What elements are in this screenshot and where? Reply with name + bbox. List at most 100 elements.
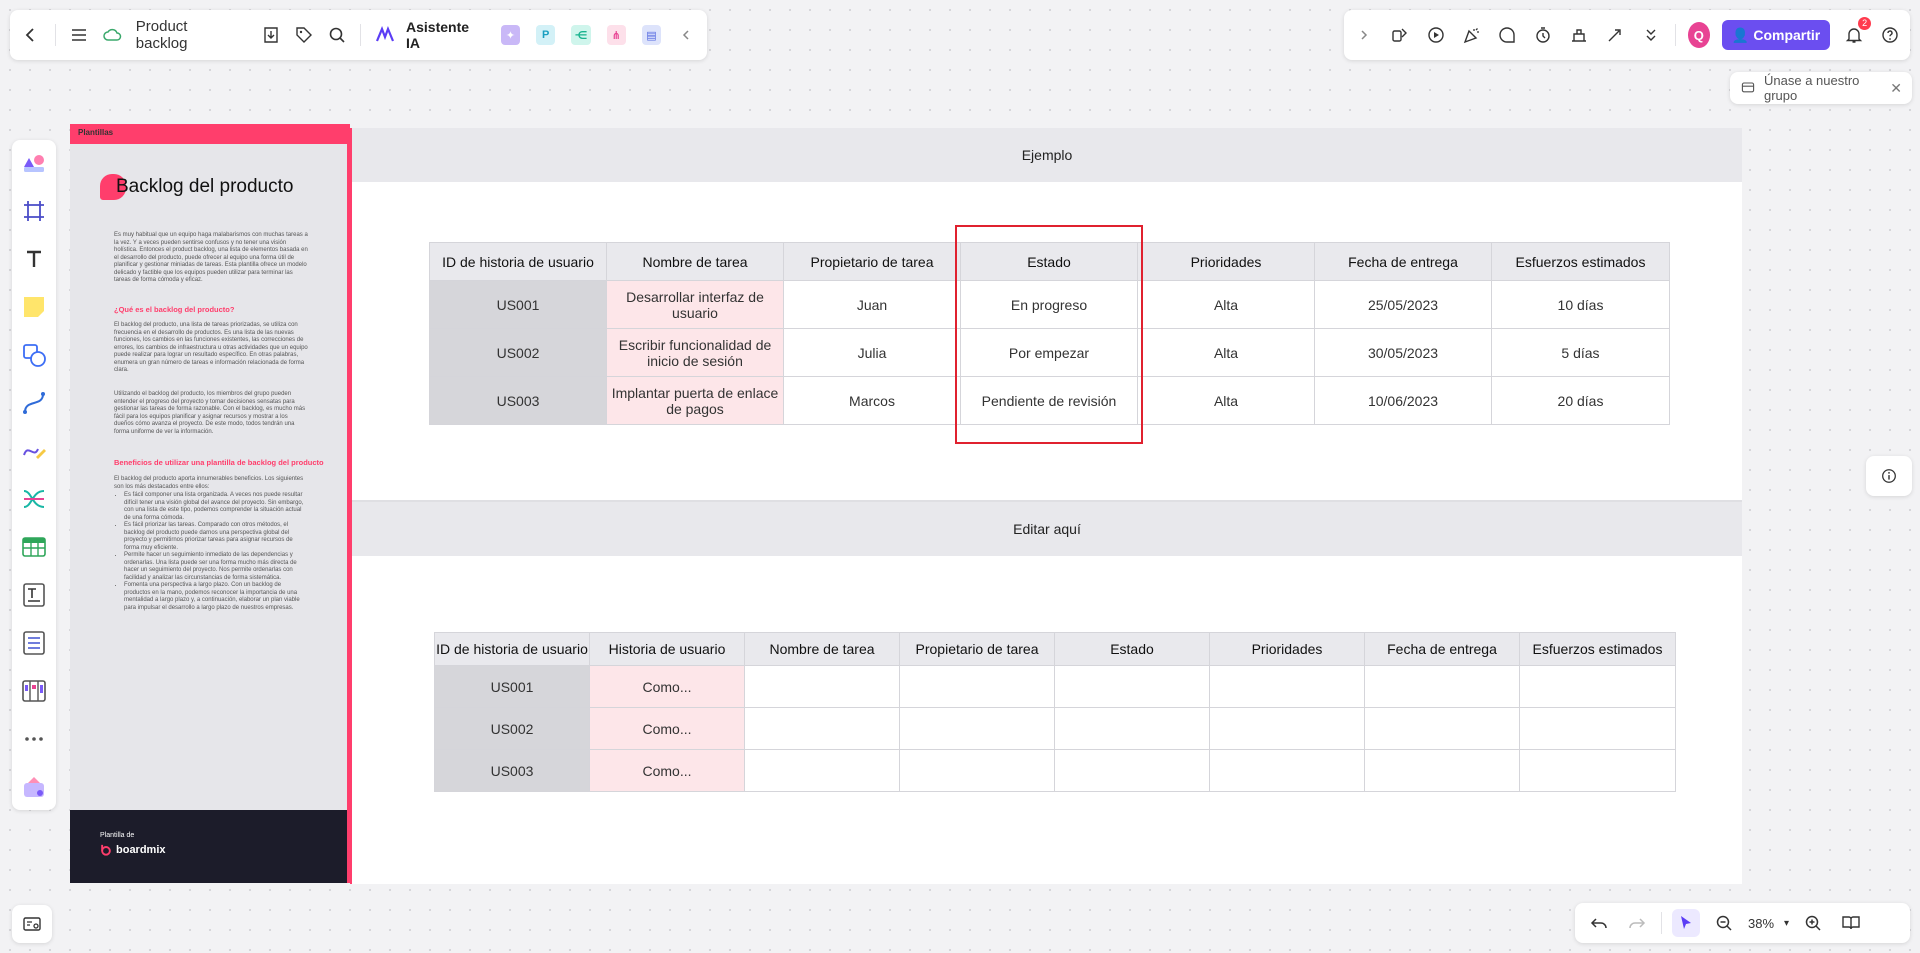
image-ai-icon[interactable]: ✦ [500, 25, 521, 45]
collapse-toolbar-icon[interactable] [672, 21, 699, 49]
undo-icon[interactable] [1585, 909, 1613, 937]
column-header[interactable]: Nombre de tarea [606, 242, 784, 281]
laser-pointer-icon[interactable] [1603, 21, 1627, 49]
menu-icon[interactable] [66, 21, 93, 49]
chevron-down-icon[interactable]: ▾ [1784, 918, 1789, 929]
search-icon[interactable] [323, 21, 350, 49]
table-cell[interactable] [1364, 749, 1520, 792]
timer-icon[interactable] [1531, 21, 1555, 49]
chat-app-icon[interactable]: ▤ [641, 25, 662, 45]
table-cell[interactable]: 25/05/2023 [1314, 280, 1492, 329]
column-header[interactable]: Fecha de entrega [1364, 632, 1520, 666]
apps-icon[interactable] [1388, 21, 1412, 49]
list-icon[interactable] [18, 626, 50, 660]
text-icon[interactable] [18, 242, 50, 276]
celebrate-icon[interactable] [1460, 21, 1484, 49]
table-cell[interactable] [744, 749, 900, 792]
table-cell[interactable]: US002 [429, 328, 607, 377]
table-cell[interactable]: US003 [429, 376, 607, 425]
column-header[interactable]: ID de historia de usuario [434, 632, 590, 666]
table-cell[interactable] [1054, 707, 1210, 750]
minimap-button[interactable] [12, 905, 52, 943]
vote-icon[interactable] [1567, 21, 1591, 49]
table-cell[interactable] [744, 707, 900, 750]
kanban-icon[interactable] [18, 674, 50, 708]
table-cell[interactable]: US002 [434, 707, 590, 750]
column-header[interactable]: Esfuerzos estimados [1519, 632, 1676, 666]
zoom-out-icon[interactable] [1710, 909, 1738, 937]
table-cell[interactable]: Marcos [783, 376, 961, 425]
column-header[interactable]: Propietario de tarea [783, 242, 961, 281]
help-icon[interactable] [1878, 21, 1902, 49]
document-icon[interactable] [18, 578, 50, 612]
more-tools-icon[interactable] [18, 722, 50, 756]
table-cell[interactable]: US001 [434, 665, 590, 708]
redo-icon[interactable] [1623, 909, 1651, 937]
table-cell[interactable]: Implantar puerta de enlace de pagos [606, 376, 784, 425]
document-title[interactable]: Product backlog [136, 18, 240, 52]
join-group-banner[interactable]: Únase a nuestro grupo ✕ [1730, 72, 1912, 104]
notification-bell-icon[interactable]: 2 [1842, 17, 1872, 49]
table-cell[interactable]: Escribir funcionalidad de inicio de sesi… [606, 328, 784, 377]
plugins-icon[interactable] [18, 770, 50, 804]
table-cell[interactable]: 20 días [1491, 376, 1670, 425]
table-cell[interactable]: Alta [1137, 328, 1315, 377]
connector-icon[interactable] [18, 386, 50, 420]
table-cell[interactable]: 5 días [1491, 328, 1670, 377]
zoom-in-icon[interactable] [1799, 909, 1827, 937]
table-cell[interactable] [1519, 707, 1676, 750]
flowchart-app-icon[interactable]: ⋔ [606, 25, 626, 45]
table-cell[interactable] [899, 707, 1055, 750]
table-cell[interactable]: Como... [589, 665, 745, 708]
table-cell[interactable] [1209, 749, 1365, 792]
templates-icon[interactable] [18, 146, 50, 180]
column-header[interactable]: Prioridades [1209, 632, 1365, 666]
table-cell[interactable]: Juan [783, 280, 961, 329]
table-icon[interactable] [18, 530, 50, 564]
table-cell[interactable]: 30/05/2023 [1314, 328, 1492, 377]
table-cell[interactable] [1519, 665, 1676, 708]
table-cell[interactable] [1209, 665, 1365, 708]
presentation-app-icon[interactable]: P [536, 25, 556, 45]
more-chevron-icon[interactable] [1639, 21, 1663, 49]
table-cell[interactable]: Julia [783, 328, 961, 377]
download-icon[interactable] [257, 21, 284, 49]
table-cell[interactable] [1054, 665, 1210, 708]
table-cell[interactable]: Como... [589, 707, 745, 750]
table-cell[interactable] [1364, 665, 1520, 708]
table-cell[interactable]: 10 días [1491, 280, 1670, 329]
column-header[interactable]: Esfuerzos estimados [1491, 242, 1670, 281]
column-header[interactable]: Propietario de tarea [899, 632, 1055, 666]
comment-icon[interactable] [1496, 21, 1520, 49]
play-icon[interactable] [1424, 21, 1448, 49]
tag-icon[interactable] [290, 21, 317, 49]
column-header[interactable]: Historia de usuario [589, 632, 745, 666]
status-column-highlight[interactable] [955, 225, 1143, 444]
column-header[interactable]: ID de historia de usuario [429, 242, 607, 281]
table-cell[interactable] [899, 749, 1055, 792]
table-cell[interactable]: Desarrollar interfaz de usuario [606, 280, 784, 329]
column-header[interactable]: Fecha de entrega [1314, 242, 1492, 281]
table-cell[interactable]: US003 [434, 749, 590, 792]
table-cell[interactable] [1519, 749, 1676, 792]
shapes-icon[interactable] [18, 338, 50, 372]
pen-icon[interactable] [18, 434, 50, 468]
close-icon[interactable]: ✕ [1890, 80, 1902, 97]
table-cell[interactable] [744, 665, 900, 708]
frame-icon[interactable] [18, 194, 50, 228]
ai-assistant-label[interactable]: Asistente IA [406, 19, 484, 51]
table-cell[interactable] [1209, 707, 1365, 750]
table-cell[interactable] [1364, 707, 1520, 750]
back-icon[interactable] [18, 21, 45, 49]
book-guide-icon[interactable] [1837, 909, 1865, 937]
table-cell[interactable]: US001 [429, 280, 607, 329]
sticky-note-icon[interactable] [18, 290, 50, 324]
expand-toolbar-icon[interactable] [1352, 21, 1376, 49]
column-header[interactable]: Estado [1054, 632, 1210, 666]
table-cell[interactable] [1054, 749, 1210, 792]
column-header[interactable]: Prioridades [1137, 242, 1315, 281]
zoom-level[interactable]: 38% [1748, 916, 1774, 931]
info-button[interactable] [1866, 456, 1912, 496]
share-button[interactable]: 👤 Compartir [1721, 20, 1831, 50]
table-cell[interactable]: 10/06/2023 [1314, 376, 1492, 425]
